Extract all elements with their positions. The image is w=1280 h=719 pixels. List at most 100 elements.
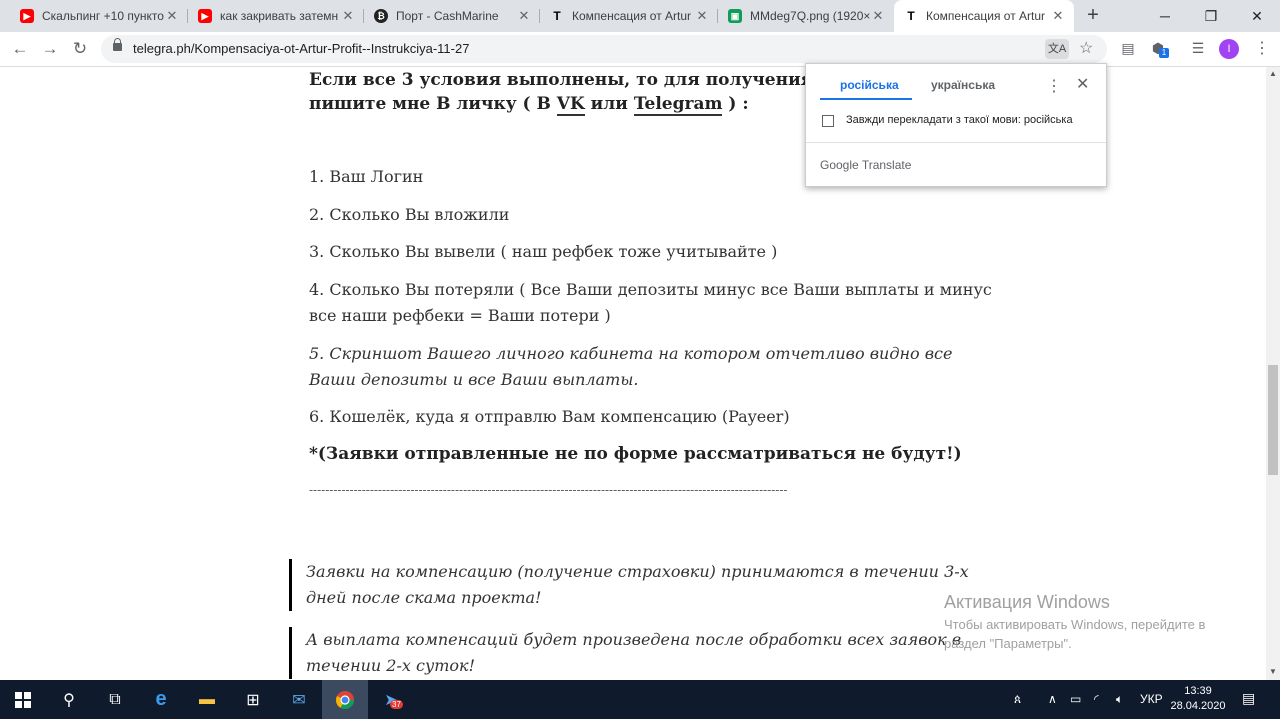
- minimize-button[interactable]: ─: [1142, 0, 1188, 32]
- google-translate-label: Google Translate: [820, 158, 912, 172]
- image-icon: ▣: [728, 9, 742, 23]
- popup-divider: [806, 142, 1106, 143]
- bookmark-star-icon[interactable]: ☆: [1079, 38, 1093, 58]
- list-item: все наши рефбеки = Ваши потери ): [309, 306, 611, 325]
- mail-icon[interactable]: ✉: [276, 680, 322, 719]
- volume-icon[interactable]: 🔈︎: [1116, 692, 1123, 707]
- clock-date: 28.04.2020: [1170, 700, 1226, 712]
- close-tab-icon[interactable]: ✕: [694, 8, 710, 24]
- tab-target-language[interactable]: українська: [931, 78, 995, 92]
- cashmarine-icon: ₿: [374, 9, 388, 23]
- language-indicator[interactable]: УКР: [1140, 692, 1163, 706]
- avatar[interactable]: I: [1219, 39, 1239, 59]
- tab-title: MMdeg7Q.png (1920×: [750, 9, 870, 23]
- youtube-icon: ▶: [198, 9, 212, 23]
- address-bar[interactable]: telegra.ph/Kompensaciya-ot-Artur-Profit-…: [101, 35, 1107, 63]
- always-translate-label: Завжди перекладати з такої мови: російсь…: [846, 114, 1073, 126]
- telegram-link[interactable]: Telegram: [633, 94, 723, 116]
- activation-line: Чтобы активировать Windows, перейдите в: [944, 617, 1206, 632]
- windows-activation-text: Чтобы активировать Windows, перейдите в …: [944, 615, 1205, 653]
- taskbar: ⚲ ⧉ e ▬ ⊞ ✉ ➤37 ጰ ∧ ▭ ◜ 🔈︎ УКР 13:39 28.…: [0, 680, 1280, 719]
- intro-line-2: пишите мне В личку ( В VK или Telegram )…: [309, 91, 749, 117]
- lock-icon: [113, 38, 122, 51]
- back-button[interactable]: ←: [9, 38, 31, 60]
- more-options-icon[interactable]: ⋮: [1046, 76, 1062, 96]
- store-icon[interactable]: ⊞: [230, 680, 276, 719]
- telegraph-icon: T: [907, 9, 915, 23]
- blockquote-1: Заявки на компенсацию (получение страхов…: [289, 559, 969, 611]
- tab-title: как закривать затемн: [220, 9, 339, 23]
- chrome-taskbar-button[interactable]: [322, 680, 368, 719]
- people-icon[interactable]: ጰ: [1014, 692, 1021, 707]
- tab-title: Порт - CashMarine: [396, 9, 499, 23]
- telegram-badge: 37: [390, 700, 403, 709]
- activation-line: раздел "Параметры".: [944, 636, 1072, 651]
- close-window-button[interactable]: ✕: [1234, 0, 1280, 32]
- divider: ----------------------------------------…: [309, 483, 788, 497]
- close-tab-icon[interactable]: ✕: [1050, 8, 1066, 24]
- quote-text: течении 2-х суток!: [306, 656, 476, 675]
- tab-6-active[interactable]: T Компенсация от Artur ✕: [894, 0, 1074, 32]
- vk-link[interactable]: VK: [556, 94, 585, 116]
- extension-icon[interactable]: ▤: [1118, 38, 1138, 58]
- list-item: 2. Сколько Вы вложили: [309, 205, 510, 224]
- windows-logo-icon: [15, 691, 31, 708]
- scroll-down-icon[interactable]: ▼: [1269, 667, 1277, 676]
- always-translate-checkbox[interactable]: [822, 115, 834, 127]
- intro-text: или: [584, 94, 634, 114]
- intro-text: ) :: [722, 94, 749, 114]
- translate-icon[interactable]: 文A: [1045, 39, 1069, 59]
- tab-title: Компенсация от Artur: [572, 9, 692, 23]
- close-tab-icon[interactable]: ✕: [340, 8, 356, 24]
- active-tab-indicator: [820, 98, 912, 100]
- quote-text: Заявки на компенсацию (получение страхов…: [306, 562, 969, 581]
- tab-4[interactable]: T Компенсация от Artur ✕: [540, 0, 718, 32]
- task-view-icon[interactable]: ⧉: [92, 680, 138, 719]
- list-item: 1. Ваш Логин: [309, 167, 424, 186]
- telegram-icon[interactable]: ➤37: [368, 680, 414, 719]
- close-tab-icon[interactable]: ✕: [870, 8, 886, 24]
- close-tab-icon[interactable]: ✕: [516, 8, 532, 24]
- wifi-icon[interactable]: ◜: [1094, 692, 1099, 706]
- new-tab-button[interactable]: +: [1082, 4, 1104, 26]
- file-explorer-icon[interactable]: ▬: [184, 680, 230, 719]
- tab-3[interactable]: ₿ Порт - CashMarine ✕: [364, 0, 540, 32]
- intro-line-1: Если все 3 условия выполнены, то для пол…: [309, 70, 863, 90]
- extension-badge-icon[interactable]: ⬢ 1: [1148, 38, 1169, 58]
- list-item: 5. Скриншот Вашего личного кабинета на к…: [309, 344, 953, 363]
- tab-source-language[interactable]: російська: [840, 78, 899, 92]
- chevron-up-icon[interactable]: ∧: [1048, 692, 1057, 706]
- media-control-icon[interactable]: ☰: [1188, 38, 1208, 58]
- edge-icon[interactable]: e: [138, 680, 184, 719]
- notifications-icon[interactable]: ▤: [1242, 690, 1255, 707]
- tab-5[interactable]: ▣ MMdeg7Q.png (1920× ✕: [718, 0, 894, 32]
- search-icon[interactable]: ⚲: [46, 680, 92, 719]
- quote-text: дней после скама проекта!: [306, 588, 542, 607]
- intro-text: пишите мне В личку ( В: [309, 94, 557, 114]
- forward-button[interactable]: →: [39, 38, 61, 60]
- maximize-button[interactable]: ❐: [1188, 0, 1234, 32]
- start-button[interactable]: [0, 680, 46, 719]
- extension-badge: 1: [1159, 48, 1169, 58]
- chrome-icon: [336, 690, 354, 709]
- chrome-menu-icon[interactable]: ⋮: [1254, 38, 1270, 58]
- url-text: telegra.ph/Kompensaciya-ot-Artur-Profit-…: [133, 41, 470, 56]
- scroll-thumb[interactable]: [1268, 365, 1278, 475]
- telegraph-icon: T: [553, 9, 561, 23]
- windows-activation-title: Активация Windows: [944, 592, 1110, 612]
- reload-button[interactable]: ↻: [69, 38, 91, 60]
- tab-title: Компенсация от Artur: [926, 9, 1046, 23]
- clock[interactable]: 13:39 28.04.2020: [1170, 684, 1226, 714]
- tab-1[interactable]: ▶ Скальпинг +10 пункто ✕: [10, 0, 188, 32]
- youtube-icon: ▶: [20, 9, 34, 23]
- battery-icon[interactable]: ▭: [1070, 692, 1081, 706]
- tab-2[interactable]: ▶ как закривать затемн ✕: [188, 0, 364, 32]
- close-tab-icon[interactable]: ✕: [164, 8, 180, 24]
- blockquote-2: А выплата компенсаций будет произведена …: [289, 627, 961, 679]
- page-scrollbar[interactable]: ▲ ▼: [1266, 67, 1280, 680]
- list-item: 3. Сколько Вы вывели ( наш рефбек тоже у…: [309, 242, 778, 261]
- list-item: 4. Сколько Вы потеряли ( Все Ваши депози…: [309, 280, 992, 299]
- close-icon[interactable]: ✕: [1076, 74, 1089, 94]
- browser-toolbar: ← → ↻ telegra.ph/Kompensaciya-ot-Artur-P…: [0, 32, 1280, 67]
- scroll-up-icon[interactable]: ▲: [1269, 69, 1277, 78]
